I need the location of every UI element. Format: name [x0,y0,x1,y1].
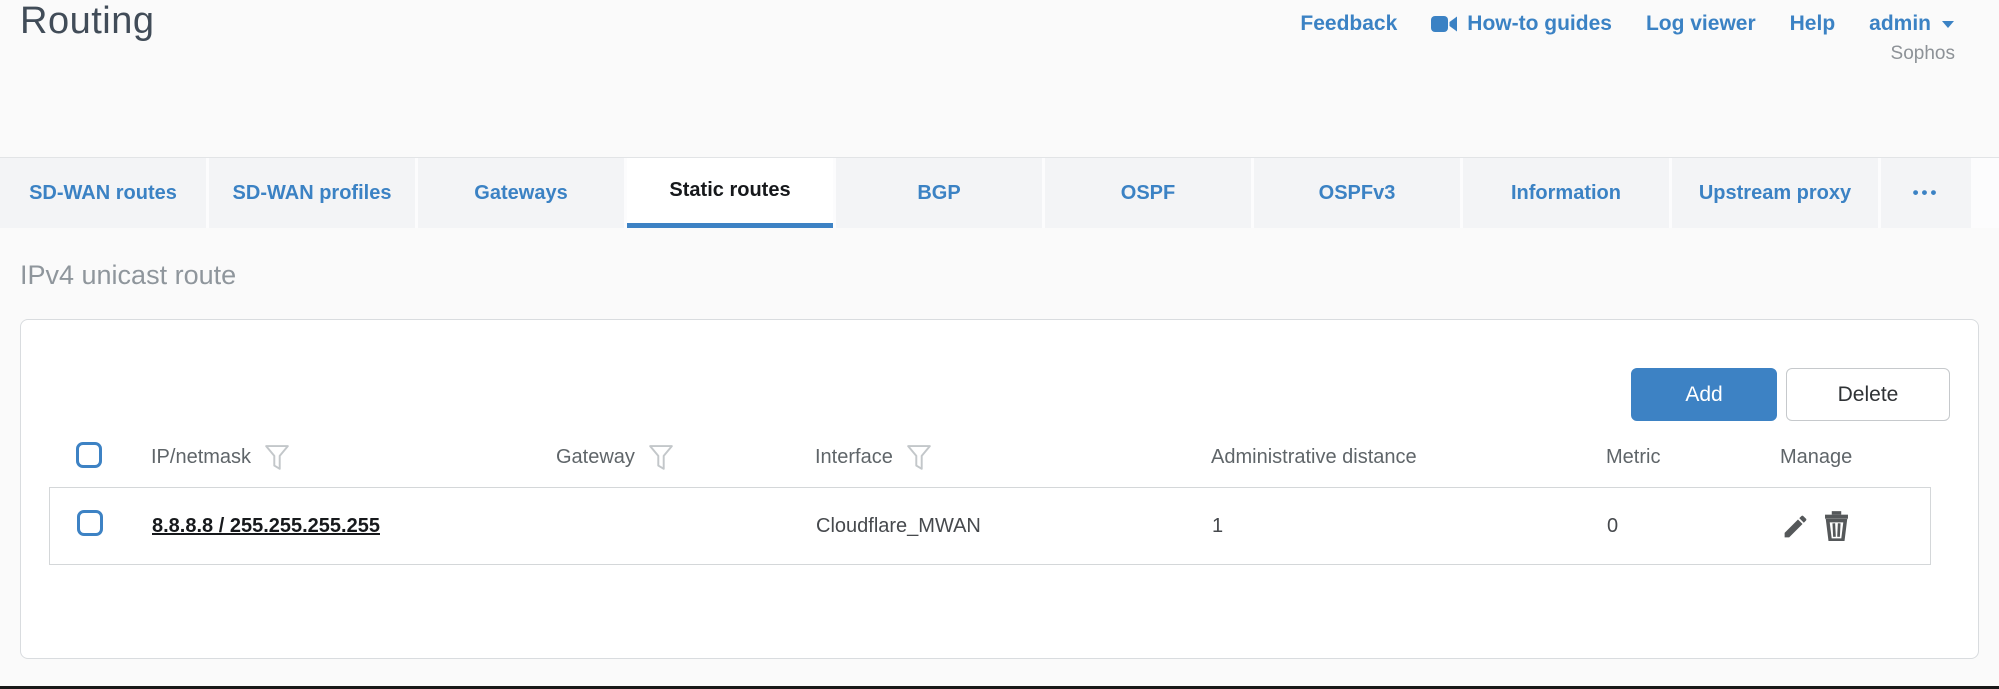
top-bar: Routing Feedback How-to guides Log viewe… [0,0,1999,157]
row-checkbox[interactable] [77,510,103,536]
tab-bgp[interactable]: BGP [836,158,1042,228]
column-header-ip-netmask: IP/netmask [151,446,251,469]
tab-sdwan-routes[interactable]: SD-WAN routes [0,158,206,228]
funnel-icon[interactable] [265,445,289,471]
row-metric-cell: 0 [1607,515,1781,538]
tab-ospf[interactable]: OSPF [1045,158,1251,228]
page-title: Routing [20,0,154,43]
select-all-checkbox[interactable] [76,442,102,468]
column-header-metric: Metric [1606,446,1660,469]
table-header-row: IP/netmask Gateway Interface Administrat… [49,435,1931,480]
main-content: IPv4 unicast route Add Delete IP/netmask… [0,260,1999,659]
trash-icon[interactable] [1823,511,1850,541]
tab-sdwan-profiles[interactable]: SD-WAN profiles [209,158,415,228]
routes-card: Add Delete IP/netmask Gateway Interface … [20,319,1979,659]
delete-button[interactable]: Delete [1786,368,1950,421]
feedback-link[interactable]: Feedback [1300,12,1397,36]
help-link[interactable]: Help [1790,12,1836,36]
column-header-admin-distance: Administrative distance [1211,446,1417,469]
row-admin-distance-cell: 1 [1212,515,1607,538]
utility-nav: Feedback How-to guides Log viewer Help a… [1300,12,1955,65]
tab-upstream-proxy[interactable]: Upstream proxy [1672,158,1878,228]
tab-ospfv3[interactable]: OSPFv3 [1254,158,1460,228]
log-viewer-link[interactable]: Log viewer [1646,12,1756,36]
tab-gateways[interactable]: Gateways [418,158,624,228]
more-tabs-button[interactable]: ••• [1881,158,1971,228]
funnel-icon[interactable] [649,445,673,471]
funnel-icon[interactable] [907,445,931,471]
column-header-interface: Interface [815,446,893,469]
pencil-icon[interactable] [1781,512,1810,541]
ellipsis-icon: ••• [1913,183,1940,203]
table-row: 8.8.8.8 / 255.255.255.255 Cloudflare_MWA… [49,487,1931,565]
admin-menu-label: admin [1869,12,1931,36]
tab-information[interactable]: Information [1463,158,1669,228]
column-header-gateway: Gateway [556,446,635,469]
feedback-link-label: Feedback [1300,12,1397,36]
video-camera-icon [1431,15,1457,33]
tab-bar: SD-WAN routes SD-WAN profiles Gateways S… [0,157,1999,228]
howto-guides-link[interactable]: How-to guides [1431,12,1612,36]
add-button[interactable]: Add [1631,368,1777,421]
row-interface-cell: Cloudflare_MWAN [816,515,1212,538]
howto-guides-label: How-to guides [1467,12,1612,36]
caret-down-icon [1941,20,1955,29]
section-heading: IPv4 unicast route [20,260,1979,291]
tab-static-routes[interactable]: Static routes [627,158,833,228]
column-header-manage: Manage [1780,446,1852,469]
org-label: Sophos [1300,43,1955,65]
log-viewer-label: Log viewer [1646,12,1756,36]
route-ip-netmask-link[interactable]: 8.8.8.8 / 255.255.255.255 [152,515,380,537]
help-label: Help [1790,12,1836,36]
admin-menu[interactable]: admin [1869,12,1955,36]
table-actions: Add Delete [49,368,1950,421]
